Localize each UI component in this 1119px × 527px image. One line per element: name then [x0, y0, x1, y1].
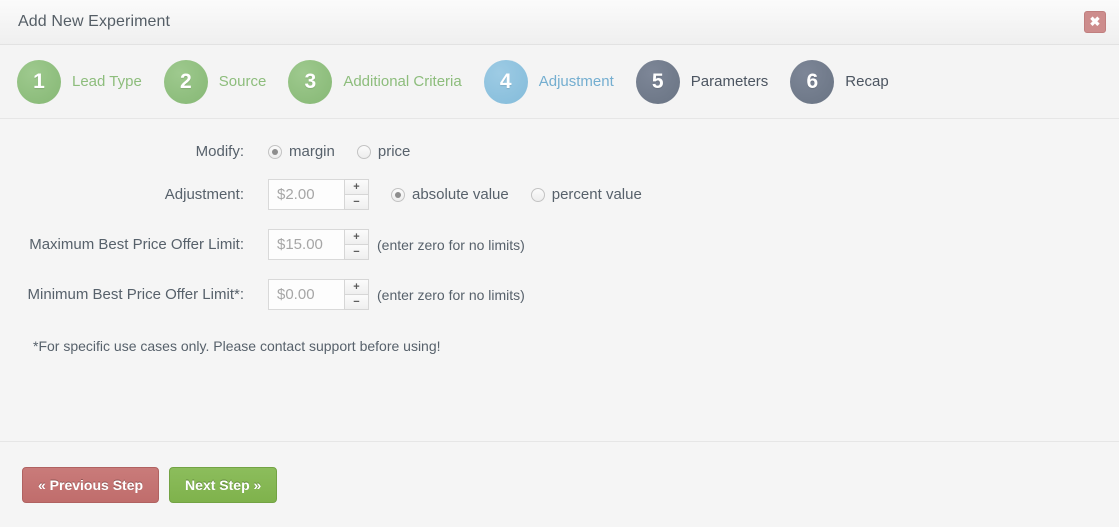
radio-option-absolute-value[interactable]: absolute value: [391, 186, 509, 203]
radio-option-price[interactable]: price: [356, 143, 411, 160]
min-limit-input[interactable]: [268, 279, 344, 310]
previous-step-button[interactable]: « Previous Step: [22, 466, 160, 503]
step-number-badge: 1: [17, 59, 61, 104]
modal-header: Add New Experiment ✖: [0, 0, 1119, 45]
max-limit-row: Maximum Best Price Offer Limit: + − (ent…: [0, 229, 1119, 260]
radio-price[interactable]: [356, 144, 371, 159]
step-number-badge: 4: [483, 59, 528, 104]
min-limit-stepper: + −: [268, 279, 369, 310]
adjustment-type-radio-group: absolute value percent value: [391, 186, 664, 203]
decrement-icon[interactable]: −: [344, 244, 369, 260]
increment-icon[interactable]: +: [344, 229, 369, 244]
modal-body: Modify: margin price Adjustment: + −: [0, 119, 1119, 441]
radio-label-margin: margin: [289, 143, 335, 160]
min-limit-hint: (enter zero for no limits): [377, 286, 525, 303]
max-limit-stepper: + −: [268, 229, 369, 260]
adjustment-stepper-buttons: + −: [344, 179, 369, 210]
adjustment-row: Adjustment: + − absolute value percent v…: [0, 179, 1119, 210]
max-limit-hint: (enter zero for no limits): [377, 236, 525, 253]
radio-margin[interactable]: [268, 144, 282, 159]
radio-option-percent-value[interactable]: percent value: [530, 186, 642, 203]
step-label: Additional Criteria: [343, 73, 462, 90]
max-limit-label: Maximum Best Price Offer Limit:: [29, 236, 244, 253]
step-label: Adjustment: [538, 73, 614, 90]
modify-label: Modify:: [195, 143, 244, 160]
step-label: Source: [218, 73, 267, 90]
close-icon[interactable]: ✖: [1084, 11, 1106, 33]
step-item-additional-criteria[interactable]: 3 Additional Criteria: [288, 59, 462, 104]
modify-radio-group: margin price: [268, 143, 432, 160]
increment-icon[interactable]: +: [344, 179, 369, 194]
step-number-badge: 5: [635, 59, 680, 104]
page-title: Add New Experiment: [18, 13, 171, 30]
decrement-icon[interactable]: −: [344, 294, 369, 310]
min-limit-row: Minimum Best Price Offer Limit*: + − (en…: [0, 279, 1119, 310]
radio-label-absolute-value: absolute value: [412, 186, 509, 203]
adjustment-label: Adjustment:: [164, 186, 244, 203]
step-number-badge: 2: [163, 59, 208, 104]
step-number-badge: 3: [288, 59, 333, 104]
step-label: Recap: [845, 73, 889, 90]
min-limit-label: Minimum Best Price Offer Limit*:: [27, 286, 244, 303]
max-limit-input[interactable]: [268, 229, 344, 260]
footnote: *For specific use cases only. Please con…: [33, 338, 441, 354]
adjustment-stepper: + −: [268, 179, 369, 210]
modify-row: Modify: margin price: [0, 143, 1119, 160]
step-item-parameters[interactable]: 5 Parameters: [635, 59, 769, 104]
step-item-lead-type[interactable]: 1 Lead Type: [17, 59, 142, 104]
increment-icon[interactable]: +: [344, 279, 369, 294]
radio-percent-value[interactable]: [530, 187, 545, 202]
radio-label-percent-value: percent value: [551, 186, 642, 203]
decrement-icon[interactable]: −: [344, 194, 369, 210]
add-experiment-modal: Add New Experiment ✖ 1 Lead Type 2 Sourc…: [0, 0, 1119, 527]
next-step-button[interactable]: Next Step »: [169, 466, 278, 503]
radio-label-price: price: [377, 143, 411, 160]
step-label: Lead Type: [72, 73, 142, 90]
max-limit-stepper-buttons: + −: [344, 229, 369, 260]
step-item-recap[interactable]: 6 Recap: [790, 59, 889, 104]
step-indicator-bar: 1 Lead Type 2 Source 3 Additional Criter…: [0, 45, 1119, 119]
step-number-badge: 6: [790, 59, 835, 104]
radio-absolute-value[interactable]: [391, 187, 405, 202]
adjustment-input[interactable]: [268, 179, 344, 210]
step-label: Parameters: [690, 73, 769, 90]
modal-footer: « Previous Step Next Step »: [0, 441, 1119, 527]
step-item-source[interactable]: 2 Source: [163, 59, 267, 104]
min-limit-stepper-buttons: + −: [344, 279, 369, 310]
radio-option-margin[interactable]: margin: [268, 143, 335, 160]
step-item-adjustment[interactable]: 4 Adjustment: [483, 59, 614, 104]
